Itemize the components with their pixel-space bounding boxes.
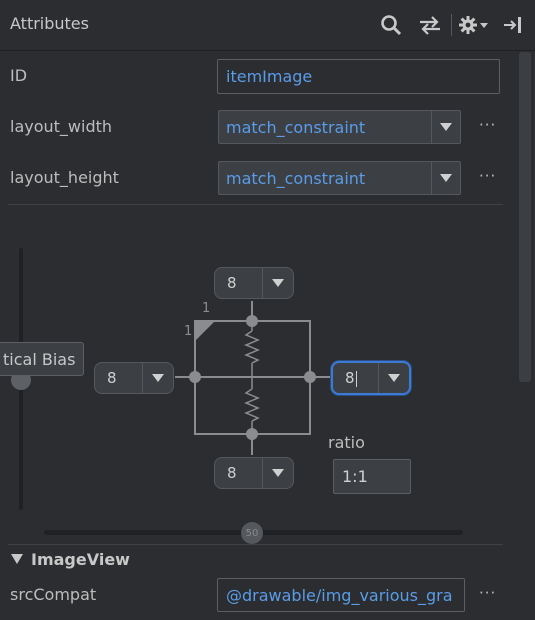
layout-width-label: layout_width xyxy=(10,117,113,136)
section-divider xyxy=(8,544,503,545)
chevron-down-icon[interactable] xyxy=(262,268,293,298)
panel-scrollbar[interactable] xyxy=(519,52,531,382)
collapse-right-icon[interactable] xyxy=(502,12,524,38)
imageview-section-header[interactable]: ImageView xyxy=(11,549,130,569)
imageview-section-title: ImageView xyxy=(31,549,130,569)
header-divider xyxy=(451,14,452,36)
bottom-margin-dropdown[interactable]: 8 xyxy=(214,457,294,489)
search-icon[interactable] xyxy=(377,12,405,38)
panel-title: Attributes xyxy=(10,14,89,33)
ratio-marker-top: 1 xyxy=(202,301,211,316)
top-margin-dropdown[interactable]: 8 xyxy=(214,267,294,299)
chevron-down-icon[interactable] xyxy=(262,458,293,488)
top-margin-value: 8 xyxy=(227,274,237,292)
horizontal-bias-thumb[interactable]: 50 xyxy=(241,522,263,544)
left-margin-value: 8 xyxy=(107,369,117,387)
gear-icon[interactable] xyxy=(456,12,480,38)
left-margin-dropdown[interactable]: 8 xyxy=(94,362,174,394)
src-compat-field[interactable]: @drawable/img_various_gra xyxy=(217,578,465,612)
id-field[interactable]: itemImage xyxy=(217,59,500,94)
ratio-field[interactable]: 1:1 xyxy=(333,459,411,494)
chevron-down-icon[interactable] xyxy=(431,111,460,143)
src-compat-more-button[interactable]: ··· xyxy=(479,584,496,602)
right-margin-dropdown[interactable]: 8 xyxy=(331,361,411,395)
layout-width-value: match_constraint xyxy=(226,117,366,137)
layout-width-more-button[interactable]: ··· xyxy=(479,116,496,134)
layout-width-dropdown[interactable]: match_constraint xyxy=(218,110,461,144)
swap-icon[interactable] xyxy=(416,12,444,38)
bottom-margin-value: 8 xyxy=(227,464,237,482)
layout-height-more-button[interactable]: ··· xyxy=(479,167,496,185)
layout-height-dropdown[interactable]: match_constraint xyxy=(218,161,461,195)
chevron-down-icon[interactable] xyxy=(431,162,460,194)
chevron-down-icon[interactable] xyxy=(478,12,490,38)
ratio-marker-left: 1 xyxy=(184,324,193,339)
right-margin-value[interactable]: 8 xyxy=(333,369,378,387)
chevron-down-icon[interactable] xyxy=(142,363,173,393)
constraint-diagram xyxy=(175,301,330,455)
section-divider xyxy=(8,204,503,205)
chevron-down-icon[interactable] xyxy=(378,363,409,393)
layout-height-value: match_constraint xyxy=(226,168,366,188)
src-compat-label: srcCompat xyxy=(10,585,97,604)
vertical-bias-tooltip: tical Bias xyxy=(0,342,85,376)
triangle-down-icon xyxy=(11,554,23,564)
id-label: ID xyxy=(10,66,28,85)
layout-height-label: layout_height xyxy=(10,168,119,187)
ratio-label: ratio xyxy=(328,433,365,452)
